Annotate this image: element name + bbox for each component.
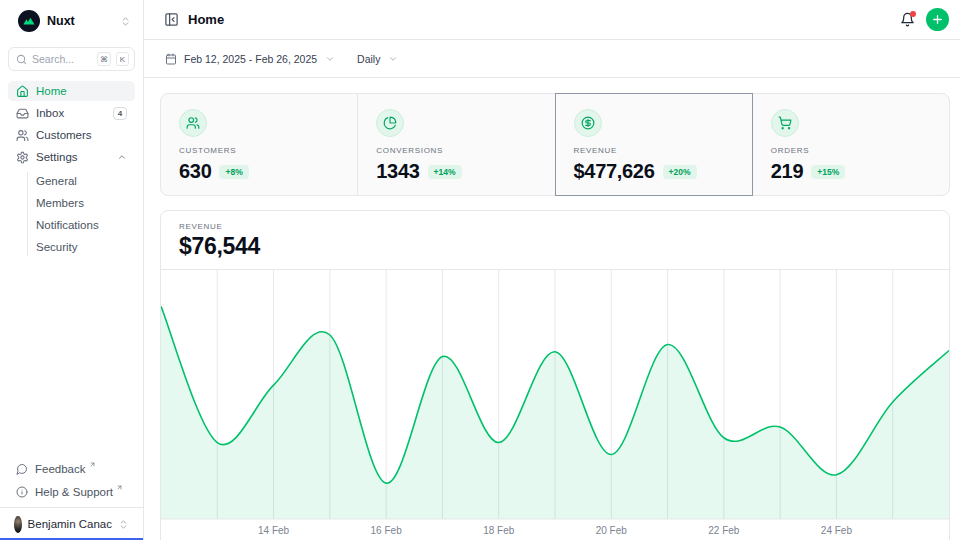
topbar: Home — [144, 0, 960, 40]
sidebar-item-customers[interactable]: Customers — [8, 125, 135, 145]
search-input[interactable]: Search... ⌘ K — [8, 47, 135, 71]
chevron-down-icon — [388, 54, 398, 64]
inbox-icon — [16, 107, 29, 120]
app-root: Nuxt Search... ⌘ K Home — [0, 0, 960, 540]
notifications-button[interactable] — [900, 12, 915, 27]
stat-label: REVENUE — [574, 146, 738, 155]
help-support-label: Help & Support — [35, 486, 113, 498]
chart-value: $76,544 — [179, 233, 931, 260]
cart-icon — [771, 109, 799, 137]
stat-value: 630 — [179, 160, 211, 183]
sidebar-footer: Feedback Help & Support — [8, 459, 135, 507]
home-icon — [16, 85, 29, 98]
granularity-select[interactable]: Daily — [357, 53, 398, 65]
stat-delta-badge: +20% — [663, 165, 697, 179]
stat-card-conversions[interactable]: CONVERSIONS 1343 +14% — [357, 93, 555, 196]
search-icon — [16, 54, 27, 65]
sidebar: Nuxt Search... ⌘ K Home — [0, 0, 144, 540]
revenue-area-chart[interactable]: 14 Feb 16 Feb 18 Feb 20 Feb 22 Feb 24 Feb — [161, 270, 949, 540]
stat-delta-badge: +14% — [428, 165, 462, 179]
date-range-label: Feb 12, 2025 - Feb 26, 2025 — [184, 53, 317, 65]
external-link-icon — [89, 461, 96, 468]
svg-text:14 Feb: 14 Feb — [258, 525, 290, 536]
sidebar-item-settings[interactable]: Settings — [8, 147, 135, 167]
stat-card-orders[interactable]: ORDERS 219 +15% — [752, 93, 950, 196]
stat-label: CUSTOMERS — [179, 146, 343, 155]
search-placeholder: Search... — [32, 53, 92, 65]
chart-title: REVENUE — [179, 222, 931, 231]
stat-card-customers[interactable]: CUSTOMERS 630 +8% — [160, 93, 358, 196]
kbd-cmd: ⌘ — [97, 52, 111, 66]
chevrons-up-down-icon — [120, 16, 131, 27]
sidebar-user-section: Benjamin Canac — [0, 507, 143, 540]
stat-value: $477,626 — [574, 160, 655, 183]
collapse-sidebar-icon[interactable] — [164, 12, 179, 27]
feedback-link[interactable]: Feedback — [8, 459, 135, 478]
sidebar-item-label: Customers — [36, 129, 92, 141]
svg-text:22 Feb: 22 Feb — [708, 525, 740, 536]
notification-dot — [910, 11, 916, 17]
svg-text:24 Feb: 24 Feb — [821, 525, 853, 536]
add-button[interactable] — [926, 8, 949, 31]
calendar-icon — [165, 53, 177, 65]
sidebar-nav: Home Inbox 4 Customers Settings — [8, 81, 135, 258]
stat-label: ORDERS — [771, 146, 935, 155]
stat-card-revenue[interactable]: REVENUE $477,626 +20% — [555, 93, 753, 196]
settings-subnav: General Members Notifications Security — [27, 170, 135, 258]
workspace-name: Nuxt — [47, 14, 113, 28]
svg-text:16 Feb: 16 Feb — [371, 525, 403, 536]
stat-value: 219 — [771, 160, 803, 183]
sidebar-item-home[interactable]: Home — [8, 81, 135, 101]
stats-row: CUSTOMERS 630 +8% CONVERSIONS 1343 +14% — [160, 93, 950, 196]
stat-delta-badge: +15% — [811, 165, 845, 179]
message-circle-icon — [16, 463, 28, 475]
pie-chart-icon — [376, 109, 404, 137]
sidebar-item-members[interactable]: Members — [36, 192, 135, 214]
chevron-down-icon — [325, 54, 335, 64]
sidebar-item-label: Inbox — [36, 107, 64, 119]
gear-icon — [16, 151, 29, 164]
workspace-switcher[interactable]: Nuxt — [8, 8, 135, 34]
svg-text:20 Feb: 20 Feb — [596, 525, 628, 536]
users-icon — [179, 109, 207, 137]
revenue-chart-card: REVENUE $76,544 14 Feb 16 Feb 18 Feb 20 Feb… — [160, 210, 950, 540]
stat-delta-badge: +8% — [219, 165, 248, 179]
stat-label: CONVERSIONS — [376, 146, 540, 155]
info-icon — [16, 486, 28, 498]
users-icon — [16, 129, 29, 142]
external-link-icon — [116, 484, 123, 491]
sidebar-item-inbox[interactable]: Inbox 4 — [8, 103, 135, 123]
sidebar-item-label: Home — [36, 85, 67, 97]
main-area: Home Feb 12, 2025 - Feb 26, 2025 — [144, 0, 960, 540]
page-title: Home — [188, 12, 224, 27]
content: CUSTOMERS 630 +8% CONVERSIONS 1343 +14% — [144, 78, 960, 540]
granularity-label: Daily — [357, 53, 380, 65]
stat-value: 1343 — [376, 160, 419, 183]
inbox-count-badge: 4 — [113, 107, 127, 120]
sidebar-item-notifications[interactable]: Notifications — [36, 214, 135, 236]
avatar — [14, 516, 22, 533]
dollar-circle-icon — [574, 109, 602, 137]
sidebar-item-general[interactable]: General — [36, 170, 135, 192]
kbd-k: K — [116, 52, 129, 66]
svg-text:18 Feb: 18 Feb — [483, 525, 515, 536]
filter-toolbar: Feb 12, 2025 - Feb 26, 2025 Daily — [144, 40, 960, 78]
sidebar-item-label: Settings — [36, 151, 78, 163]
help-support-link[interactable]: Help & Support — [8, 482, 135, 501]
chevron-up-icon — [117, 152, 127, 162]
chart-header: REVENUE $76,544 — [161, 211, 949, 270]
feedback-label: Feedback — [35, 463, 86, 475]
user-menu[interactable]: Benjamin Canac — [8, 513, 135, 535]
sidebar-item-security[interactable]: Security — [36, 236, 135, 258]
nuxt-logo — [18, 10, 40, 32]
user-name: Benjamin Canac — [28, 518, 112, 530]
date-range-picker[interactable]: Feb 12, 2025 - Feb 26, 2025 — [165, 53, 335, 65]
chevrons-up-down-icon — [118, 519, 129, 530]
